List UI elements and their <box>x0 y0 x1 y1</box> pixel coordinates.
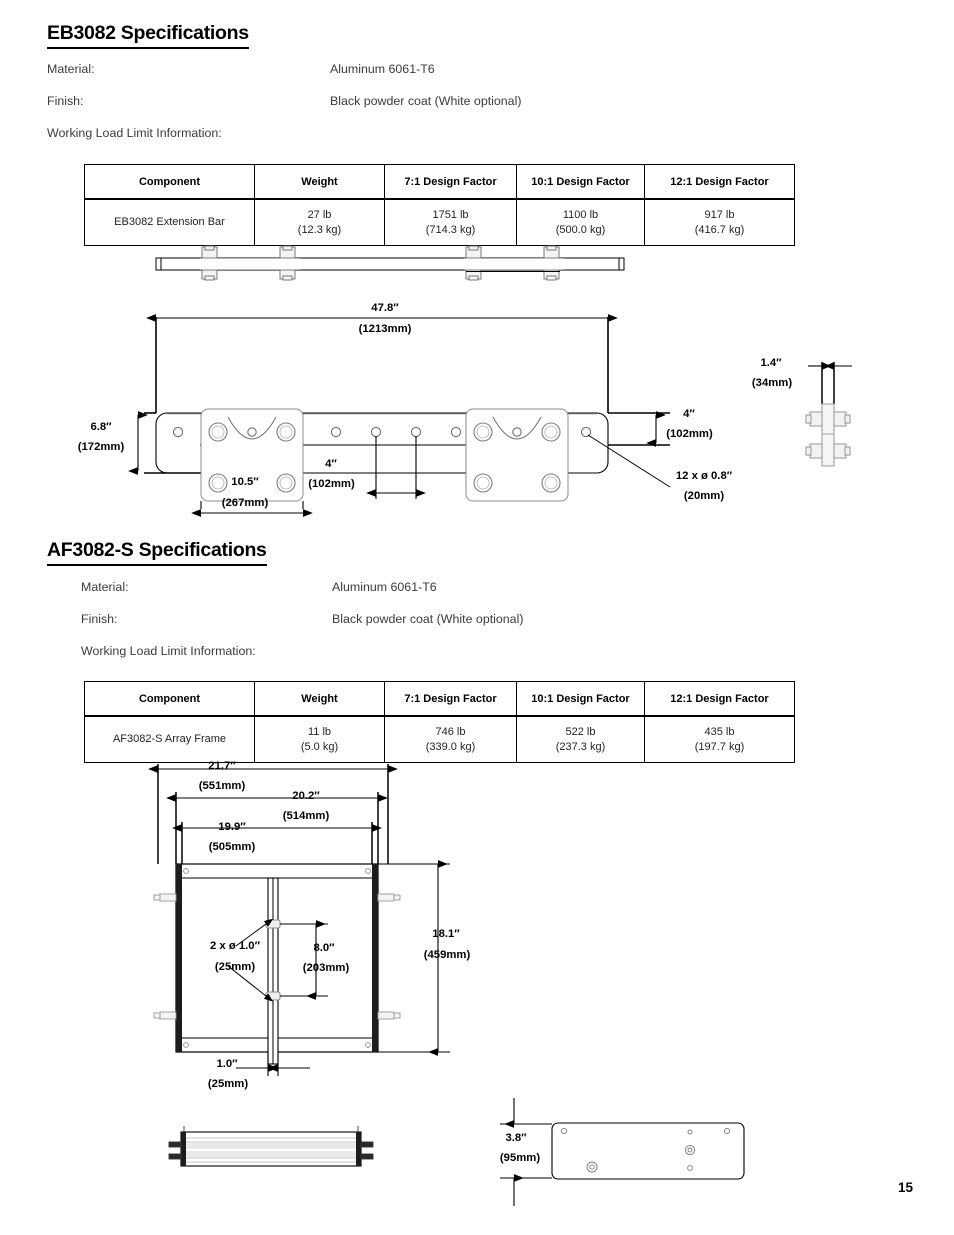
cell-weight: 11 lb (5.0 kg) <box>254 715 385 763</box>
cell-df7: 1751 lb (714.3 kg) <box>384 198 517 246</box>
table-row: AF3082-S Array Frame 11 lb (5.0 kg) 746 … <box>84 715 795 763</box>
cell-weight-lb: 11 lb <box>307 725 332 738</box>
cell-df7-lb: 1751 lb <box>432 208 469 221</box>
specification-page: EB3082 Specifications Material: Aluminum… <box>0 0 954 1235</box>
dim-center-bar-width-metric: (25mm) <box>207 1078 249 1090</box>
dim-bracket-width-metric: (267mm) <box>221 497 269 509</box>
page-number: 15 <box>898 1180 914 1195</box>
dim-overall-height-metric: (172mm) <box>77 441 125 453</box>
dim-mid-width-imperial: 20.2″ <box>292 790 320 802</box>
table-header-row: Component Weight 7:1 Design Factor 10:1 … <box>84 681 795 717</box>
wll-label-1: Working Load Limit Information: <box>47 126 222 140</box>
th-component: Component <box>84 164 255 200</box>
dim-bar-height-metric: (102mm) <box>666 428 713 440</box>
section-heading-af3082s: AF3082-S Specifications <box>47 539 267 566</box>
dim-hole-spacing-vertical-metric: (203mm) <box>302 962 350 974</box>
dim-side-thickness-metric: (34mm) <box>751 377 793 389</box>
finish-label-2: Finish: <box>81 612 118 626</box>
cell-weight-lb: 27 lb <box>307 208 332 221</box>
af3082s-plate-view-drawing <box>500 1098 760 1208</box>
cell-df7-lb: 746 lb <box>435 725 466 738</box>
cell-df12-kg: (416.7 kg) <box>694 223 745 236</box>
dim-hole-callout-metric: (20mm) <box>683 490 725 502</box>
cell-df12-kg: (197.7 kg) <box>694 740 745 753</box>
cell-weight-kg: (12.3 kg) <box>297 223 342 236</box>
cell-df7: 746 lb (339.0 kg) <box>384 715 517 763</box>
th-df10: 10:1 Design Factor <box>516 681 645 717</box>
cell-df12-lb: 917 lb <box>704 208 735 221</box>
cell-df10: 522 lb (237.3 kg) <box>516 715 645 763</box>
cell-component: EB3082 Extension Bar <box>84 198 255 246</box>
th-component: Component <box>84 681 255 717</box>
th-df7: 7:1 Design Factor <box>384 164 517 200</box>
cell-df10-lb: 522 lb <box>565 725 596 738</box>
af3082s-front-view-drawing <box>148 760 470 1080</box>
material-value-2: Aluminum 6061-T6 <box>332 580 437 594</box>
cell-df7-kg: (714.3 kg) <box>425 223 476 236</box>
table-header-row: Component Weight 7:1 Design Factor 10:1 … <box>84 164 795 200</box>
dim-bar-height-imperial: 4″ <box>683 408 695 420</box>
cell-df10: 1100 lb (500.0 kg) <box>516 198 645 246</box>
th-df7: 7:1 Design Factor <box>384 681 517 717</box>
dim-hole-spacing-metric: (102mm) <box>308 478 355 490</box>
table-row: EB3082 Extension Bar 27 lb (12.3 kg) 175… <box>84 198 795 246</box>
finish-value-1: Black powder coat (White optional) <box>330 94 522 108</box>
material-label-1: Material: <box>47 62 95 76</box>
dim-overall-height-imperial: 6.8″ <box>90 421 112 433</box>
dim-hole-callout-imperial: 12 x ø 0.8″ <box>675 470 733 482</box>
cell-df10-kg: (237.3 kg) <box>555 740 606 753</box>
dim-hole-spacing-vertical-imperial: 8.0″ <box>313 942 335 954</box>
finish-label-1: Finish: <box>47 94 84 108</box>
dim-frame-height-imperial: 18.1″ <box>432 928 460 940</box>
th-df12: 12:1 Design Factor <box>644 681 795 717</box>
th-weight: Weight <box>254 164 385 200</box>
dim-inner-width-imperial: 19.9″ <box>218 821 246 833</box>
dim-hole-spacing-imperial: 4″ <box>325 458 337 470</box>
eb3082-plan-view-drawing <box>128 305 680 509</box>
dim-hole-callout-imperial-2: 2 x ø 1.0″ <box>210 940 260 952</box>
af3082s-edge-view-drawing <box>155 1120 395 1176</box>
dim-outer-width-metric: (551mm) <box>198 780 246 792</box>
section-heading-eb3082: EB3082 Specifications <box>47 22 249 49</box>
th-weight: Weight <box>254 681 385 717</box>
cell-component: AF3082-S Array Frame <box>84 715 255 763</box>
dim-bracket-width-imperial: 10.5″ <box>231 476 259 488</box>
spec-table-eb3082: Component Weight 7:1 Design Factor 10:1 … <box>84 164 795 246</box>
cell-weight: 27 lb (12.3 kg) <box>254 198 385 246</box>
dim-hole-callout-metric-2: (25mm) <box>214 961 256 973</box>
eb3082-edge-view-drawing <box>150 245 630 292</box>
dim-outer-width-imperial: 21.7″ <box>208 760 236 772</box>
dim-frame-height-metric: (459mm) <box>423 949 471 961</box>
dim-side-thickness-imperial: 1.4″ <box>760 357 782 369</box>
dim-overall-length-metric: (1213mm) <box>358 323 412 335</box>
dim-overall-length-imperial: 47.8″ <box>371 302 399 314</box>
cell-df10-lb: 1100 lb <box>562 208 599 221</box>
finish-value-2: Black powder coat (White optional) <box>332 612 524 626</box>
cell-df12-lb: 435 lb <box>704 725 735 738</box>
th-df10: 10:1 Design Factor <box>516 164 645 200</box>
cell-df12: 435 lb (197.7 kg) <box>644 715 795 763</box>
material-label-2: Material: <box>81 580 129 594</box>
cell-df10-kg: (500.0 kg) <box>555 223 606 236</box>
eb3082-end-view-drawing <box>800 358 880 478</box>
spec-table-af3082s: Component Weight 7:1 Design Factor 10:1 … <box>84 681 795 763</box>
material-value-1: Aluminum 6061-T6 <box>330 62 435 76</box>
th-df12: 12:1 Design Factor <box>644 164 795 200</box>
wll-label-2: Working Load Limit Information: <box>81 644 256 658</box>
dim-center-bar-width-imperial: 1.0″ <box>216 1058 238 1070</box>
dim-inner-width-metric: (505mm) <box>208 841 256 853</box>
cell-df12: 917 lb (416.7 kg) <box>644 198 795 246</box>
cell-df7-kg: (339.0 kg) <box>425 740 476 753</box>
cell-weight-kg: (5.0 kg) <box>300 740 339 753</box>
